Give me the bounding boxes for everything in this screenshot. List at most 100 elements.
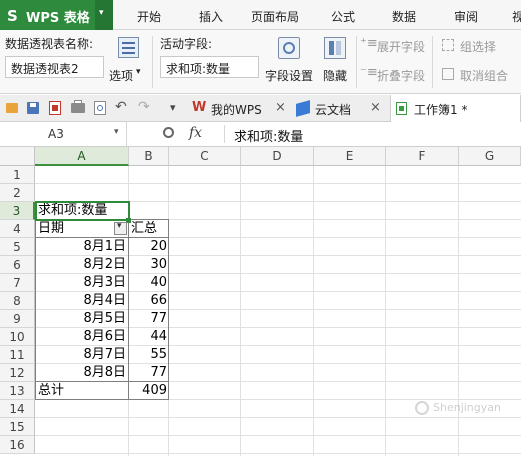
options-icon [118,37,139,58]
export-pdf-icon[interactable] [49,101,61,115]
gridline [35,453,521,454]
filter-dropdown-button[interactable]: ▾ [114,221,127,235]
row-header-4[interactable]: 4 [0,220,35,238]
ungroup-label: 取消组合 [460,69,509,83]
pivot-grand-total-value[interactable]: 409 [129,382,167,400]
row-header-16[interactable]: 16 [0,436,35,454]
options-button[interactable]: 选项 ▾ [108,34,148,92]
column-header-e[interactable]: E [314,147,386,166]
pivot-row-date[interactable]: 8月7日 [36,346,126,364]
collapse-field-button[interactable]: ⁻≡ 折叠字段 [360,65,430,85]
expand-field-label: 展开字段 [377,40,426,54]
pivot-row-value[interactable]: 44 [129,328,167,346]
column-header-b[interactable]: B [129,147,169,166]
fx-icon[interactable]: fx [189,125,202,141]
gridline [35,183,521,184]
spreadsheet-icon [396,102,407,115]
undo-icon[interactable]: ↶ [115,99,127,115]
app-menu-button[interactable]: S WPS 表格 ▾ [0,0,113,30]
pivot-row-value[interactable]: 30 [129,256,167,274]
column-header-f[interactable]: F [386,147,459,166]
gridline [35,435,521,436]
hide-button[interactable]: 隐藏 [320,34,352,92]
ribbon: 数据透视表名称: 数据透视表2 选项 ▾ 活动字段: 求和项:数量 字段设置 隐… [0,30,521,94]
tab-workbook1-label: 工作簿1 * [414,103,468,117]
active-field-input[interactable]: 求和项:数量 [160,56,259,78]
spreadsheet-grid[interactable]: A B C D E F G 1 2 3 4 5 6 7 8 9 10 11 12… [0,147,521,456]
pivot-row-value[interactable]: 66 [129,292,167,310]
pivot-row-date[interactable]: 8月2日 [36,256,126,274]
ribbon-separator [356,36,357,88]
row-header-3[interactable]: 3 [0,202,35,220]
print-preview-icon[interactable] [94,101,106,115]
row-header-6[interactable]: 6 [0,256,35,274]
row-header-2[interactable]: 2 [0,184,35,202]
save-icon[interactable] [27,102,39,114]
pivot-row-date[interactable]: 8月4日 [36,292,126,310]
watermark-logo: Shenjingyan [415,399,517,419]
pivot-name-label: 数据透视表名称: [5,37,94,51]
ungroup-button[interactable]: 取消组合 [440,65,518,85]
tab-my-wps-label: 我的WPS [211,103,262,117]
pivot-row-value[interactable]: 20 [129,238,167,256]
row-header-8[interactable]: 8 [0,292,35,310]
print-icon[interactable] [71,100,85,113]
pivot-row-date[interactable]: 8月6日 [36,328,126,346]
row-header-15[interactable]: 15 [0,418,35,436]
pivot-header-total[interactable]: 汇总 [131,220,167,238]
menu-tab-formulas[interactable]: 公式 [331,8,355,25]
row-header-14[interactable]: 14 [0,400,35,418]
zoom-icon[interactable] [163,127,174,138]
row-header-12[interactable]: 12 [0,364,35,382]
menu-tab-data[interactable]: 数据 [392,8,416,25]
pivot-row-value[interactable]: 77 [129,310,167,328]
row-header-13[interactable]: 13 [0,382,35,400]
row-header-5[interactable]: 5 [0,238,35,256]
more-tabs-icon[interactable]: ▾ [170,101,176,114]
row-header-7[interactable]: 7 [0,274,35,292]
row-header-1[interactable]: 1 [0,166,35,184]
open-folder-icon[interactable] [6,103,18,113]
pivot-row-value[interactable]: 77 [129,364,167,382]
column-header-c[interactable]: C [169,147,241,166]
group-selection-label: 组选择 [460,40,497,54]
group-selection-button[interactable]: 组选择 [440,36,516,56]
expand-field-button[interactable]: ⁺≡ 展开字段 [360,36,430,56]
pivot-name-field[interactable]: 数据透视表2 [5,56,104,78]
field-settings-button[interactable]: 字段设置 [262,34,316,92]
column-header-g[interactable]: G [459,147,521,166]
pivot-row-value[interactable]: 55 [129,346,167,364]
pivot-header-date[interactable]: 日期 [38,220,108,238]
tab-workbook1[interactable]: 工作簿1 * [390,95,521,122]
tab-cloud-docs-label: 云文档 [315,103,352,117]
name-box[interactable]: A3 ▾ [0,122,127,146]
select-all-corner[interactable] [0,147,35,166]
pivot-grand-total-label[interactable]: 总计 [38,382,108,400]
row-header-10[interactable]: 10 [0,328,35,346]
column-header-d[interactable]: D [241,147,314,166]
pivot-row-value[interactable]: 40 [129,274,167,292]
tab-my-wps[interactable]: W 我的WPS × [188,95,288,122]
column-header-a[interactable]: A [35,147,129,166]
pivot-row-date[interactable]: 8月1日 [36,238,126,256]
pivot-row-date[interactable]: 8月3日 [36,274,126,292]
redo-icon[interactable]: ↷ [138,99,150,115]
menu-tab-page-layout[interactable]: 页面布局 [251,8,299,25]
active-field-label: 活动字段: [160,37,213,51]
tab-cloud-docs[interactable]: 云文档 × [292,95,387,122]
app-menu-dropdown[interactable]: ▾ [95,0,113,30]
selected-cell-border [35,201,130,221]
menu-tab-insert[interactable]: 插入 [199,8,223,25]
menu-tab-review[interactable]: 审阅 [454,8,478,25]
close-icon[interactable]: × [275,100,286,115]
pivot-row-date[interactable]: 8月5日 [36,310,126,328]
row-header-11[interactable]: 11 [0,346,35,364]
menu-tab-home[interactable]: 开始 [137,8,161,25]
chevron-down-icon[interactable]: ▾ [114,127,119,137]
pivot-row-date[interactable]: 8月8日 [36,364,126,382]
cell-reference: A3 [48,127,64,141]
close-icon[interactable]: × [370,100,381,115]
row-header-9[interactable]: 9 [0,310,35,328]
formula-input[interactable]: 求和项:数量 [234,126,303,145]
menu-tab-view[interactable]: 视 [512,8,521,25]
